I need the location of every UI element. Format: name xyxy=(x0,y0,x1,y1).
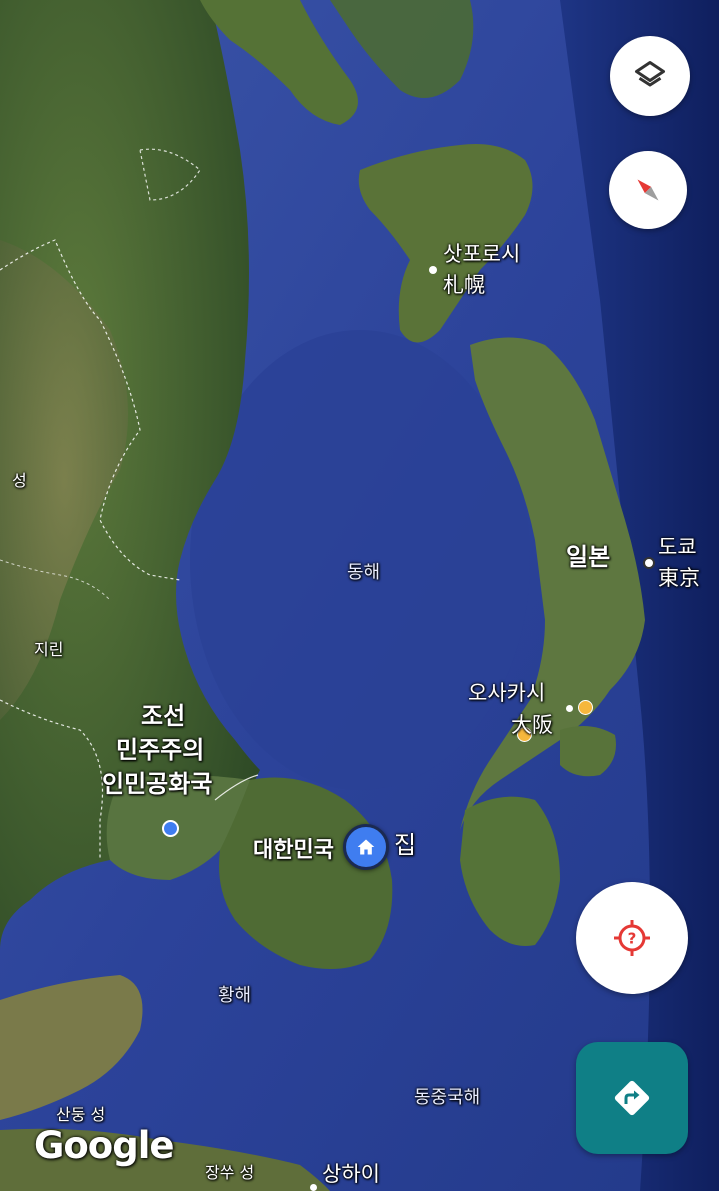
label-tokyo-ko[interactable]: 도쿄 xyxy=(658,535,697,559)
home-pin[interactable] xyxy=(343,824,389,870)
sapporo-dot[interactable] xyxy=(429,266,437,274)
layers-button[interactable] xyxy=(610,36,690,116)
label-province-edge: 성 xyxy=(12,471,27,490)
svg-text:?: ? xyxy=(628,930,637,948)
label-home[interactable]: 집 xyxy=(394,831,416,860)
label-sapporo-ja: 札幌 xyxy=(443,273,485,297)
label-japan[interactable]: 일본 xyxy=(566,543,610,572)
label-dprk-2[interactable]: 민주주의 xyxy=(116,736,204,765)
label-osaka-ko[interactable]: 오사카시 xyxy=(468,681,545,705)
tokyo-dot[interactable] xyxy=(643,557,655,569)
label-korea[interactable]: 대한민국 xyxy=(253,838,334,863)
shanghai-dot[interactable] xyxy=(310,1184,317,1191)
label-jilin[interactable]: 지린 xyxy=(34,640,63,659)
compass-button[interactable] xyxy=(609,151,687,229)
label-dprk-3[interactable]: 인민공화국 xyxy=(102,770,212,799)
label-yellow-sea: 황해 xyxy=(218,985,252,1006)
label-east-sea: 동해 xyxy=(347,562,381,583)
label-tokyo-ja: 東京 xyxy=(658,566,700,590)
label-osaka-ja: 大阪 xyxy=(511,713,553,737)
osaka-dot[interactable] xyxy=(566,705,573,712)
google-logo: Google xyxy=(34,1124,174,1167)
directions-button[interactable] xyxy=(576,1042,688,1154)
compass-icon xyxy=(637,179,659,201)
label-shandong[interactable]: 산둥 성 xyxy=(56,1105,105,1124)
directions-icon xyxy=(614,1080,650,1116)
label-dprk-1[interactable]: 조선 xyxy=(141,702,185,731)
home-icon xyxy=(357,839,375,855)
place-dot[interactable] xyxy=(578,700,593,715)
my-location-button[interactable]: ? xyxy=(576,882,688,994)
label-sapporo-ko[interactable]: 삿포로시 xyxy=(443,242,520,266)
label-shanghai[interactable]: 상하이 xyxy=(322,1162,380,1186)
label-jiangsu[interactable]: 장쑤 성 xyxy=(205,1163,254,1182)
my-location-icon: ? xyxy=(614,920,650,956)
pyongyang-dot[interactable] xyxy=(162,820,179,837)
layers-icon xyxy=(635,61,665,87)
label-east-china-sea: 동중국해 xyxy=(414,1087,481,1108)
